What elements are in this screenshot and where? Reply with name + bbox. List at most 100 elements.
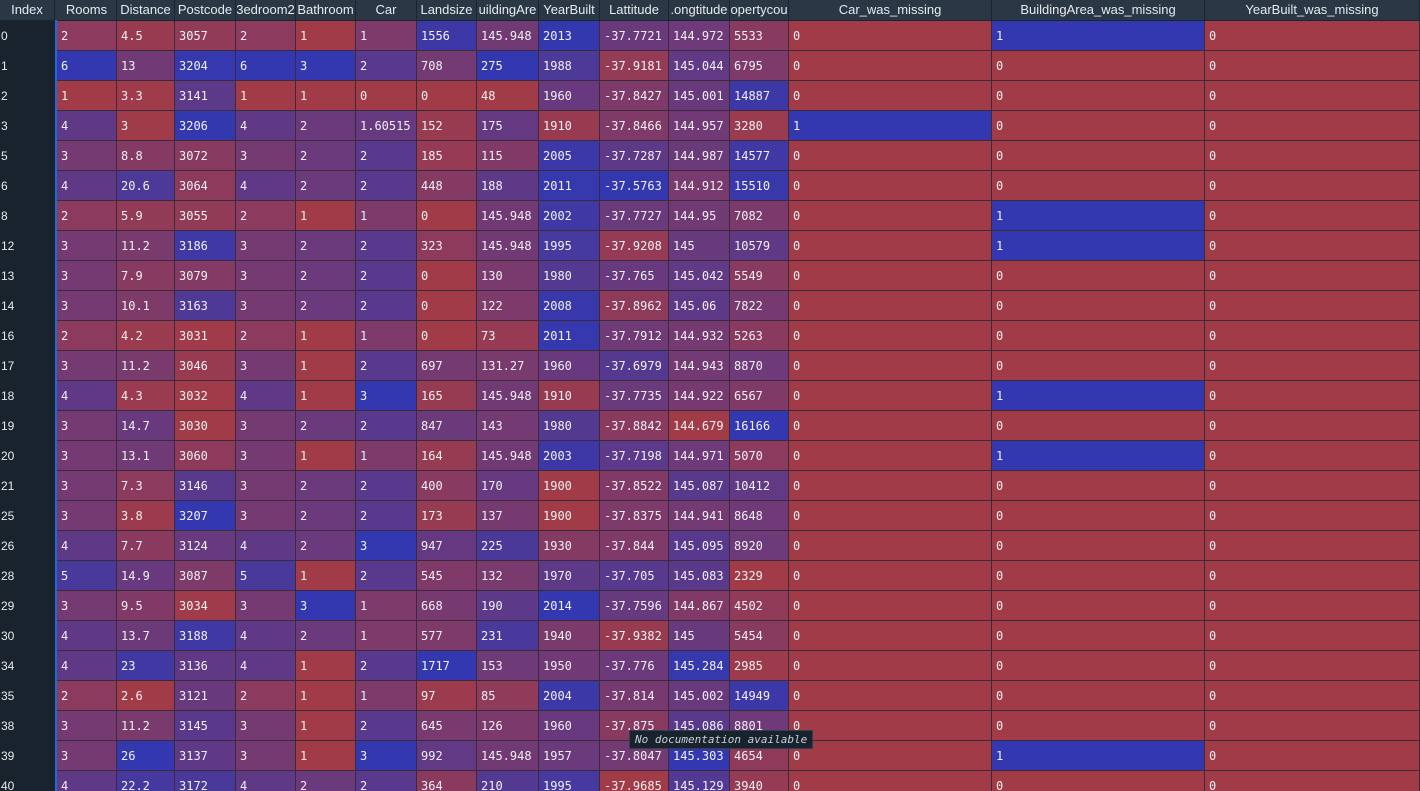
cell-bedroom2[interactable]: 1 <box>236 81 296 111</box>
cell-yearbuilt-was-missing[interactable]: 0 <box>1205 261 1420 291</box>
cell-landsize[interactable]: 152 <box>417 111 477 141</box>
cell-propertycount[interactable]: 8870 <box>730 351 789 381</box>
cell-postcode[interactable]: 3124 <box>175 531 236 561</box>
cell-car[interactable]: 2 <box>356 51 417 81</box>
cell-car[interactable]: 3 <box>356 381 417 411</box>
column-header-landsize[interactable]: Landsize <box>417 0 477 20</box>
cell-bedroom2[interactable]: 2 <box>236 21 296 51</box>
cell-car[interactable]: 0 <box>356 81 417 111</box>
index-header[interactable]: Index <box>0 0 55 20</box>
row-index[interactable]: 17 <box>0 351 55 381</box>
cell-postcode[interactable]: 3064 <box>175 171 236 201</box>
cell-yearbuilt[interactable]: 1995 <box>539 231 600 261</box>
cell-longtitude[interactable]: 145.002 <box>669 681 730 711</box>
cell-postcode[interactable]: 3060 <box>175 441 236 471</box>
cell-rooms[interactable]: 3 <box>57 141 117 171</box>
cell-propertycount[interactable]: 5263 <box>730 321 789 351</box>
cell-buildingarea[interactable]: 190 <box>477 591 539 621</box>
row-index[interactable]: 12 <box>0 231 55 261</box>
cell-rooms[interactable]: 3 <box>57 261 117 291</box>
cell-landsize[interactable]: 0 <box>417 321 477 351</box>
cell-rooms[interactable]: 4 <box>57 651 117 681</box>
cell-rooms[interactable]: 4 <box>57 171 117 201</box>
cell-lattitude[interactable]: -37.6979 <box>600 351 669 381</box>
table-row[interactable]: 4 20.6 3064 4 2 2 448 188 2011 -37.5763 144.912 155… <box>57 171 1420 201</box>
cell-lattitude[interactable]: -37.776 <box>600 651 669 681</box>
cell-landsize[interactable]: 0 <box>417 291 477 321</box>
cell-car-was-missing[interactable]: 0 <box>789 771 992 791</box>
cell-lattitude[interactable]: -37.844 <box>600 531 669 561</box>
cell-yearbuilt-was-missing[interactable]: 0 <box>1205 741 1420 771</box>
cell-bathroom[interactable]: 3 <box>296 51 356 81</box>
cell-bedroom2[interactable]: 4 <box>236 381 296 411</box>
cell-bathroom[interactable]: 2 <box>296 231 356 261</box>
cell-postcode[interactable]: 3031 <box>175 321 236 351</box>
cell-longtitude[interactable]: 145 <box>669 621 730 651</box>
cell-car[interactable]: 2 <box>356 501 417 531</box>
cell-buildingarea[interactable]: 188 <box>477 171 539 201</box>
cell-distance[interactable]: 7.9 <box>117 261 175 291</box>
cell-yearbuilt[interactable]: 2002 <box>539 201 600 231</box>
cell-car[interactable]: 1 <box>356 621 417 651</box>
cell-yearbuilt-was-missing[interactable]: 0 <box>1205 111 1420 141</box>
cell-postcode[interactable]: 3030 <box>175 411 236 441</box>
cell-yearbuilt-was-missing[interactable]: 0 <box>1205 21 1420 51</box>
cell-landsize[interactable]: 992 <box>417 741 477 771</box>
cell-distance[interactable]: 14.9 <box>117 561 175 591</box>
cell-distance[interactable]: 14.7 <box>117 411 175 441</box>
cell-yearbuilt-was-missing[interactable]: 0 <box>1205 771 1420 791</box>
cell-rooms[interactable]: 3 <box>57 231 117 261</box>
cell-postcode[interactable]: 3145 <box>175 711 236 741</box>
cell-buildingarea[interactable]: 130 <box>477 261 539 291</box>
cell-car-was-missing[interactable]: 0 <box>789 201 992 231</box>
cell-propertycount[interactable]: 7822 <box>730 291 789 321</box>
cell-lattitude[interactable]: -37.8842 <box>600 411 669 441</box>
cell-landsize[interactable]: 0 <box>417 261 477 291</box>
cell-car-was-missing[interactable]: 0 <box>789 441 992 471</box>
cell-postcode[interactable]: 3055 <box>175 201 236 231</box>
cell-lattitude[interactable]: -37.8427 <box>600 81 669 111</box>
table-row[interactable]: 4 3 3206 4 2 1.60515 152 175 1910 -37.8466 144.957… <box>57 111 1420 141</box>
column-header-yearbuilt-was-missing[interactable]: YearBuilt_was_missing <box>1205 0 1420 20</box>
cell-bedroom2[interactable]: 4 <box>236 111 296 141</box>
cell-propertycount[interactable]: 8648 <box>730 501 789 531</box>
cell-bedroom2[interactable]: 3 <box>236 351 296 381</box>
cell-distance[interactable]: 22.2 <box>117 771 175 791</box>
cell-postcode[interactable]: 3079 <box>175 261 236 291</box>
cell-lattitude[interactable]: -37.7735 <box>600 381 669 411</box>
cell-buildingarea[interactable]: 73 <box>477 321 539 351</box>
cell-car[interactable]: 2 <box>356 471 417 501</box>
cell-rooms[interactable]: 3 <box>57 591 117 621</box>
cell-bathroom[interactable]: 1 <box>296 711 356 741</box>
column-header-propertycount[interactable]: opertycou <box>730 0 789 20</box>
cell-rooms[interactable]: 3 <box>57 711 117 741</box>
cell-bathroom[interactable]: 2 <box>296 141 356 171</box>
cell-car-was-missing[interactable]: 1 <box>789 111 992 141</box>
cell-landsize[interactable]: 400 <box>417 471 477 501</box>
cell-distance[interactable]: 11.2 <box>117 351 175 381</box>
cell-car[interactable]: 2 <box>356 291 417 321</box>
cell-landsize[interactable]: 847 <box>417 411 477 441</box>
cell-buildingarea-was-missing[interactable]: 0 <box>992 261 1205 291</box>
cell-yearbuilt[interactable]: 2005 <box>539 141 600 171</box>
cell-landsize[interactable]: 165 <box>417 381 477 411</box>
column-header-bedroom2[interactable]: 3edroom2 <box>236 0 296 20</box>
cell-bedroom2[interactable]: 5 <box>236 561 296 591</box>
cell-bedroom2[interactable]: 4 <box>236 651 296 681</box>
cell-car-was-missing[interactable]: 0 <box>789 81 992 111</box>
cell-rooms[interactable]: 2 <box>57 681 117 711</box>
cell-buildingarea-was-missing[interactable]: 1 <box>992 201 1205 231</box>
cell-buildingarea[interactable]: 115 <box>477 141 539 171</box>
cell-bedroom2[interactable]: 4 <box>236 171 296 201</box>
cell-buildingarea[interactable]: 225 <box>477 531 539 561</box>
cell-car[interactable]: 3 <box>356 531 417 561</box>
cell-buildingarea-was-missing[interactable]: 0 <box>992 771 1205 791</box>
cell-bathroom[interactable]: 1 <box>296 381 356 411</box>
row-index[interactable]: 39 <box>0 741 55 771</box>
row-index[interactable]: 0 <box>0 21 55 51</box>
column-header-longtitude[interactable]: .ongtitude <box>669 0 730 20</box>
cell-buildingarea[interactable]: 122 <box>477 291 539 321</box>
cell-longtitude[interactable]: 144.957 <box>669 111 730 141</box>
cell-yearbuilt[interactable]: 1930 <box>539 531 600 561</box>
cell-buildingarea-was-missing[interactable]: 0 <box>992 591 1205 621</box>
